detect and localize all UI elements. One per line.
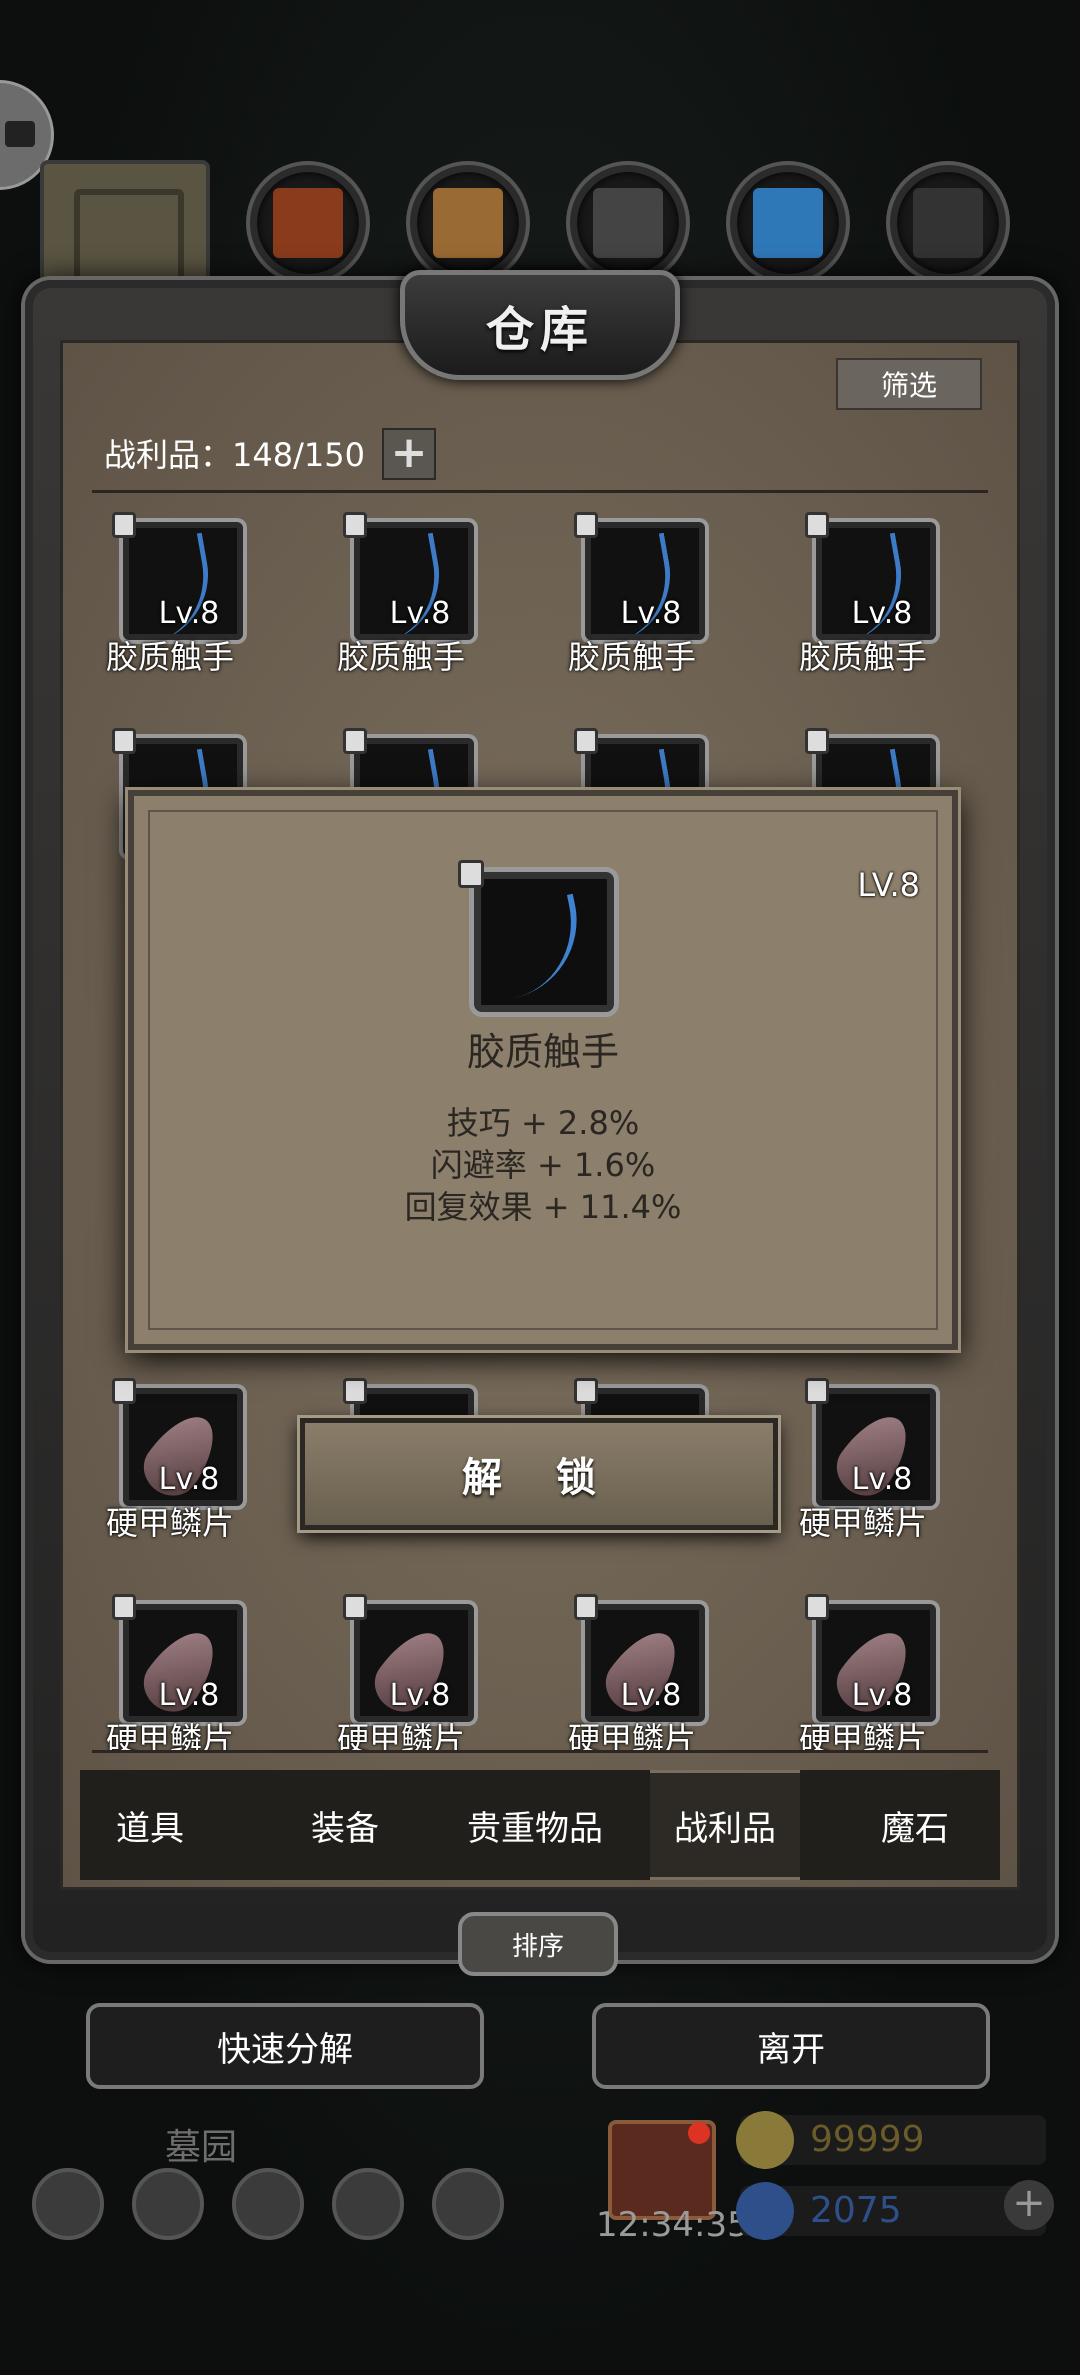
inventory-item[interactable]: Lv.8 硬甲鳞片: [542, 1594, 722, 1754]
inventory-item[interactable]: Lv.8 硬甲鳞片: [773, 1378, 953, 1542]
category-ore[interactable]: [570, 165, 686, 281]
lock-icon: [805, 1594, 829, 1620]
item-level: Lv.8: [620, 1678, 682, 1713]
item-name: 硬甲鳞片: [567, 1720, 696, 1750]
lock-icon: [805, 1378, 829, 1404]
settings-icon[interactable]: [32, 2168, 104, 2240]
item-name: 胶质触手: [567, 638, 696, 676]
item-level: Lv.8: [158, 1462, 220, 1497]
divider: [92, 1750, 988, 1753]
category-meat[interactable]: [250, 165, 366, 281]
item-stat: 闪避率 + 1.6%: [430, 1146, 656, 1184]
location-label: 墓园: [165, 2127, 238, 2168]
item-level: Lv.8: [158, 596, 220, 631]
item-detail-slot: [474, 872, 614, 1012]
item-level: Lv.8: [389, 596, 451, 631]
add-currency-button[interactable]: +: [1004, 2180, 1054, 2230]
cube-icon[interactable]: [432, 2168, 504, 2240]
lock-icon: [112, 728, 136, 754]
meat-icon: [273, 188, 343, 258]
lock-icon: [574, 1378, 598, 1404]
crystal-icon: [753, 188, 823, 258]
item-detail-popup: LV.8 胶质触手 技巧 + 2.8% 闪避率 + 1.6% 回复效果 + 11…: [128, 790, 958, 1350]
expand-capacity-button[interactable]: +: [382, 428, 436, 480]
category-crystal[interactable]: [730, 165, 846, 281]
inventory-item[interactable]: Lv.8 硬甲鳞片: [311, 1594, 491, 1754]
inventory-item[interactable]: Lv.8 胶质触手: [542, 512, 722, 676]
sort-button[interactable]: 排序: [458, 1912, 618, 1976]
unlock-button[interactable]: 解 锁: [300, 1418, 778, 1530]
item-name: 硬甲鳞片: [105, 1504, 234, 1542]
inventory-item[interactable]: Lv.8 胶质触手: [773, 512, 953, 676]
item-name: 硬甲鳞片: [105, 1720, 234, 1750]
gift-timer: 12:34:35: [596, 2205, 749, 2245]
item-detail-name: 胶质触手: [466, 1030, 619, 1074]
lock-icon: [343, 1594, 367, 1620]
quick-decompose-button[interactable]: 快速分解: [86, 2003, 484, 2089]
inventory-tabs: 道具 装备 贵重物品 战利品 魔石: [80, 1770, 1000, 1880]
lock-icon: [343, 512, 367, 538]
mail-icon[interactable]: [332, 2168, 404, 2240]
item-level: Lv.8: [851, 596, 913, 631]
category-iron[interactable]: [890, 165, 1006, 281]
achievement-icon[interactable]: [132, 2168, 204, 2240]
item-name: 硬甲鳞片: [798, 1504, 927, 1542]
inventory-item[interactable]: Lv.8 硬甲鳞片: [80, 1594, 260, 1754]
item-name: 胶质触手: [336, 638, 465, 676]
item-stat: 技巧 + 2.8%: [446, 1104, 640, 1142]
item-name: 胶质触手: [105, 638, 234, 676]
tentacle-icon: [494, 893, 592, 999]
gold-amount: 99999: [810, 2119, 925, 2160]
notification-dot: [688, 2122, 710, 2144]
inventory-item[interactable]: Lv.8 硬甲鳞片: [80, 1378, 260, 1542]
page-title: 仓库: [400, 270, 680, 380]
lock-icon: [112, 512, 136, 538]
lock-icon: [805, 512, 829, 538]
item-name: 胶质触手: [798, 638, 927, 676]
iron-icon: [913, 188, 983, 258]
item-level: Lv.8: [620, 596, 682, 631]
gem-icon: [736, 2182, 794, 2240]
gem-counter: 2075: [736, 2182, 1046, 2240]
chest-icon: [5, 121, 35, 147]
tab-valuables[interactable]: 贵重物品: [450, 1770, 620, 1880]
lock-icon: [343, 728, 367, 754]
tab-items[interactable]: 道具: [80, 1770, 220, 1880]
lock-icon: [574, 512, 598, 538]
filter-button[interactable]: 筛选: [836, 358, 982, 410]
inventory-item[interactable]: Lv.8 胶质触手: [80, 512, 260, 676]
gold-icon: [736, 2111, 794, 2169]
gem-amount: 2075: [810, 2190, 902, 2231]
item-level: Lv.8: [158, 1678, 220, 1713]
item-level: Lv.8: [851, 1678, 913, 1713]
category-wood[interactable]: [410, 165, 526, 281]
tab-loot[interactable]: 战利品: [650, 1770, 800, 1880]
divider: [92, 490, 988, 493]
item-name: 硬甲鳞片: [336, 1720, 465, 1750]
inventory-count: 战利品：148/150: [104, 436, 365, 474]
lock-icon: [574, 1594, 598, 1620]
item-level: Lv.8: [851, 1462, 913, 1497]
lock-icon: [574, 728, 598, 754]
crest-icon[interactable]: [232, 2168, 304, 2240]
lock-icon: [112, 1378, 136, 1404]
wood-icon: [433, 188, 503, 258]
inventory-item[interactable]: Lv.8 硬甲鳞片: [773, 1594, 953, 1754]
ore-icon: [593, 188, 663, 258]
lock-icon: [458, 860, 484, 888]
tab-magic-stones[interactable]: 魔石: [840, 1770, 990, 1880]
lock-icon: [112, 1594, 136, 1620]
item-level: Lv.8: [389, 1678, 451, 1713]
item-stat: 回复效果 + 11.4%: [404, 1188, 682, 1226]
tab-equipment[interactable]: 装备: [270, 1770, 420, 1880]
inventory-item[interactable]: Lv.8 胶质触手: [311, 512, 491, 676]
leave-button[interactable]: 离开: [592, 2003, 990, 2089]
item-detail-level: LV.8: [857, 866, 920, 904]
lock-icon: [343, 1378, 367, 1404]
gold-counter: 99999: [736, 2111, 1046, 2169]
item-name: 硬甲鳞片: [798, 1720, 927, 1750]
lock-icon: [805, 728, 829, 754]
